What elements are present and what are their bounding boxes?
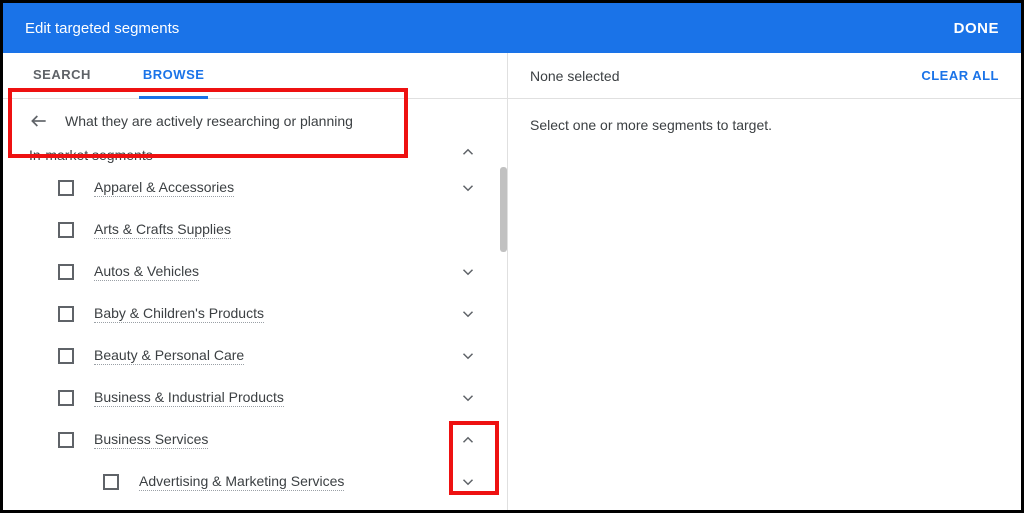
list-item[interactable]: Business & Industrial Products bbox=[3, 377, 507, 419]
checkbox[interactable] bbox=[58, 348, 74, 364]
list-item-label: Beauty & Personal Care bbox=[94, 347, 244, 365]
list-item[interactable]: Apparel & Accessories bbox=[3, 167, 507, 209]
list-item-label: Advertising & Marketing Services bbox=[139, 473, 344, 491]
checkbox[interactable] bbox=[58, 390, 74, 406]
chevron-up-icon[interactable] bbox=[459, 143, 477, 161]
list-item[interactable]: Baby & Children's Products bbox=[3, 293, 507, 335]
dialog-title: Edit targeted segments bbox=[25, 20, 179, 37]
list-item-label: Business Services bbox=[94, 431, 208, 449]
chevron-up-icon[interactable] bbox=[459, 431, 477, 449]
tab-bar: SEARCH BROWSE bbox=[3, 53, 507, 99]
selection-count: None selected bbox=[530, 68, 620, 84]
chevron-down-icon[interactable] bbox=[459, 473, 477, 491]
tab-browse[interactable]: BROWSE bbox=[139, 53, 209, 99]
back-arrow-icon[interactable] bbox=[29, 111, 49, 131]
selection-hint: Select one or more segments to target. bbox=[530, 117, 772, 133]
checkbox[interactable] bbox=[58, 306, 74, 322]
chevron-down-icon[interactable] bbox=[459, 179, 477, 197]
done-button[interactable]: DONE bbox=[954, 20, 999, 37]
list-item-label: Autos & Vehicles bbox=[94, 263, 199, 281]
chevron-down-icon[interactable] bbox=[459, 305, 477, 323]
list-item[interactable]: Business Services bbox=[3, 419, 507, 461]
segment-list: Apparel & Accessories Arts & Crafts Supp… bbox=[3, 167, 507, 510]
breadcrumb: What they are actively researching or pl… bbox=[3, 99, 507, 143]
clear-all-button[interactable]: CLEAR ALL bbox=[921, 68, 999, 83]
list-item-label: Apparel & Accessories bbox=[94, 179, 234, 197]
list-item-label: Baby & Children's Products bbox=[94, 305, 264, 323]
scrollbar[interactable] bbox=[500, 167, 507, 252]
list-item[interactable]: Advertising & Marketing Services bbox=[3, 461, 507, 503]
breadcrumb-label: What they are actively researching or pl… bbox=[65, 113, 353, 129]
list-item[interactable]: Arts & Crafts Supplies bbox=[3, 209, 507, 251]
checkbox[interactable] bbox=[58, 222, 74, 238]
list-item[interactable]: Autos & Vehicles bbox=[3, 251, 507, 293]
checkbox[interactable] bbox=[58, 264, 74, 280]
chevron-down-icon[interactable] bbox=[459, 389, 477, 407]
section-in-market[interactable]: In-market segments bbox=[3, 143, 507, 167]
list-item-label: Business & Industrial Products bbox=[94, 389, 284, 407]
tab-search[interactable]: SEARCH bbox=[29, 53, 95, 99]
checkbox[interactable] bbox=[58, 180, 74, 196]
list-item-label: Arts & Crafts Supplies bbox=[94, 221, 231, 239]
checkbox[interactable] bbox=[58, 432, 74, 448]
list-item[interactable]: Beauty & Personal Care bbox=[3, 335, 507, 377]
chevron-down-icon[interactable] bbox=[459, 347, 477, 365]
chevron-down-icon[interactable] bbox=[459, 263, 477, 281]
checkbox[interactable] bbox=[103, 474, 119, 490]
